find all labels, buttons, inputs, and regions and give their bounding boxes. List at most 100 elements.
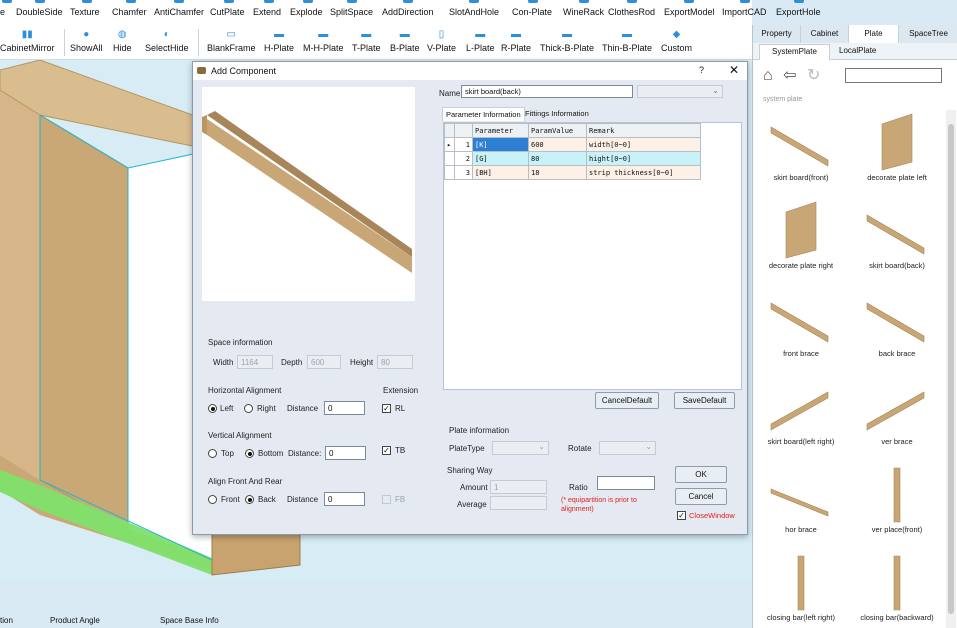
param-cell[interactable]: [K] [472,137,529,152]
toolbar-button[interactable]: ImportCAD [722,0,767,17]
toolbar-button[interactable]: e [0,0,13,17]
param-cell[interactable]: [BH] [472,165,529,180]
plate-item[interactable]: front brace [753,286,849,372]
ratio-field[interactable] [597,476,655,490]
plate-item[interactable]: closing bar(left right) [753,550,849,628]
tb-checkbox[interactable]: ✓ [382,446,391,455]
value-cell[interactable]: 600 [528,137,587,152]
rl-checkbox[interactable]: ✓ [382,404,391,413]
right-radio[interactable] [244,404,253,413]
front-radio[interactable] [208,495,217,504]
toolbar-button[interactable]: ExportModel [664,0,715,17]
toolbar-button[interactable]: ◐ SelectHide [145,30,189,54]
toolbar-button[interactable]: CutPlate [210,0,245,17]
close-icon[interactable]: ✕ [729,63,739,77]
toolbar-button[interactable]: ▭ BlankFrame [207,30,256,54]
toolbar-button[interactable]: Extend [253,0,281,17]
left-radio[interactable] [208,404,217,413]
toolbar-button[interactable]: AddDirection [382,0,434,17]
toolbar-label: H-Plate [264,43,295,53]
plate-item[interactable]: skirt board(back) [849,198,945,284]
toolbar-button[interactable]: Con-Plate [512,0,552,17]
toolbar-button[interactable]: ◍ Hide [113,30,132,54]
library-subtabs: SystemPlate LocalPlate [753,43,957,60]
plate-item[interactable]: hor brace [753,462,849,548]
fb-distance-field[interactable]: 0 [324,492,365,506]
toolbar-button[interactable]: Explode [290,0,323,17]
param-cell[interactable]: [G] [472,151,529,166]
app-window: e DoubleSide Texture Chamfer AntiChamfer CutP… [0,0,957,628]
library-scrollbar[interactable] [946,110,956,628]
refresh-icon[interactable]: ↻ [807,67,820,84]
name-dropdown[interactable]: ⌄ [637,85,723,98]
subtab-systemplate[interactable]: SystemPlate [759,44,830,60]
toolbar-button[interactable]: SplitSpace [330,0,373,17]
value-cell[interactable]: 80 [528,151,587,166]
plate-thumbnail [866,302,925,343]
toolbar-button[interactable]: ▬ Thin-B-Plate [602,30,652,54]
toolbar-button[interactable]: ▬ Thick-B-Plate [540,30,594,54]
plate-item[interactable]: decorate plate left [849,110,945,196]
tab-spacetree[interactable]: SpaceTree [899,25,957,43]
toolbar-button[interactable]: ▯ V-Plate [427,30,456,54]
ok-button[interactable]: OK [675,466,727,483]
subtab-localplate[interactable]: LocalPlate [839,46,876,55]
plate-item[interactable]: ver place(front) [849,462,945,548]
remark-cell[interactable]: width[0~0] [586,137,701,152]
toolbar-button[interactable]: ◆ Custom [661,30,692,54]
tab-plate[interactable]: Plate [849,25,899,43]
plate-item[interactable]: decorate plate right [753,198,849,284]
toolbar-button[interactable]: ▮▮ CabinetMirror [0,30,55,54]
plate-item[interactable]: ver brace [849,374,945,460]
remark-cell[interactable]: strip thickness[0~0] [586,165,701,180]
name-field[interactable]: skirt board(back) [461,85,633,98]
back-arrow-icon[interactable]: ⇦ [783,67,796,84]
plate-item-label: skirt board(back) [869,261,925,270]
toolbar-button[interactable]: ▬ R-Plate [501,30,531,54]
home-icon[interactable]: ⌂ [763,67,773,84]
plate-item[interactable]: closing bar(backward) [849,550,945,628]
tab-parameter-information[interactable]: Parameter Information [442,107,525,121]
toolbar-button[interactable]: ▬ H-Plate [264,30,295,54]
toolbar-button[interactable]: WineRack [563,0,604,17]
plate-thumbnail [770,302,829,343]
fb-checkbox[interactable] [382,495,391,504]
toolbar-button[interactable]: Texture [70,0,100,17]
plate-item[interactable]: back brace [849,286,945,372]
cancel-button[interactable]: Cancel [675,488,727,505]
value-cell[interactable]: 18 [528,165,587,180]
toolbar-button[interactable]: ▬ M-H-Plate [303,30,344,54]
remark-cell[interactable]: hight[0~0] [586,151,701,166]
plate-thumbnail [881,113,913,171]
v-distance-field[interactable]: 0 [325,446,366,460]
toolbar-button[interactable]: DoubleSide [16,0,63,17]
plate-item[interactable]: skirt board(left right) [753,374,849,460]
plate-item[interactable]: skirt board(front) [753,110,849,196]
tab-fittings-information[interactable]: Fittings Information [522,107,592,121]
cancel-default-button[interactable]: CancelDefault [595,392,659,409]
toolbar-button[interactable]: SlotAndHole [449,0,499,17]
top-radio[interactable] [208,449,217,458]
toolbar-button[interactable]: ClothesRod [608,0,655,17]
toolbar-button[interactable]: ● ShowAll [70,30,103,54]
toolbar-button[interactable]: AntiChamfer [154,0,204,17]
bottom-radio[interactable] [245,449,254,458]
toolbar-button[interactable]: ExportHole [776,0,821,17]
library-search-input[interactable] [845,68,942,83]
component-preview [202,87,415,301]
back-radio[interactable] [245,495,254,504]
table-row[interactable]: ▸ 1 [K] 600 width[0~0] [444,137,701,152]
toolbar-button[interactable]: ▬ B-Plate [390,30,420,54]
table-row[interactable]: 3 [BH] 18 strip thickness[0~0] [444,165,701,180]
toolbar-button[interactable]: ▬ L-Plate [466,30,495,54]
toolbar-button[interactable]: Chamfer [112,0,147,17]
tab-property[interactable]: Property [753,25,801,43]
table-row[interactable]: 2 [G] 80 hight[0~0] [444,151,701,166]
help-button[interactable]: ? [699,65,704,75]
tab-cabinet[interactable]: Cabinet [801,25,849,43]
toolbar-label: T-Plate [352,43,381,53]
save-default-button[interactable]: SaveDefault [674,392,735,409]
h-distance-field[interactable]: 0 [324,401,365,415]
toolbar-button[interactable]: ▬ T-Plate [352,30,381,54]
close-window-checkbox[interactable]: ✓ [677,511,686,520]
